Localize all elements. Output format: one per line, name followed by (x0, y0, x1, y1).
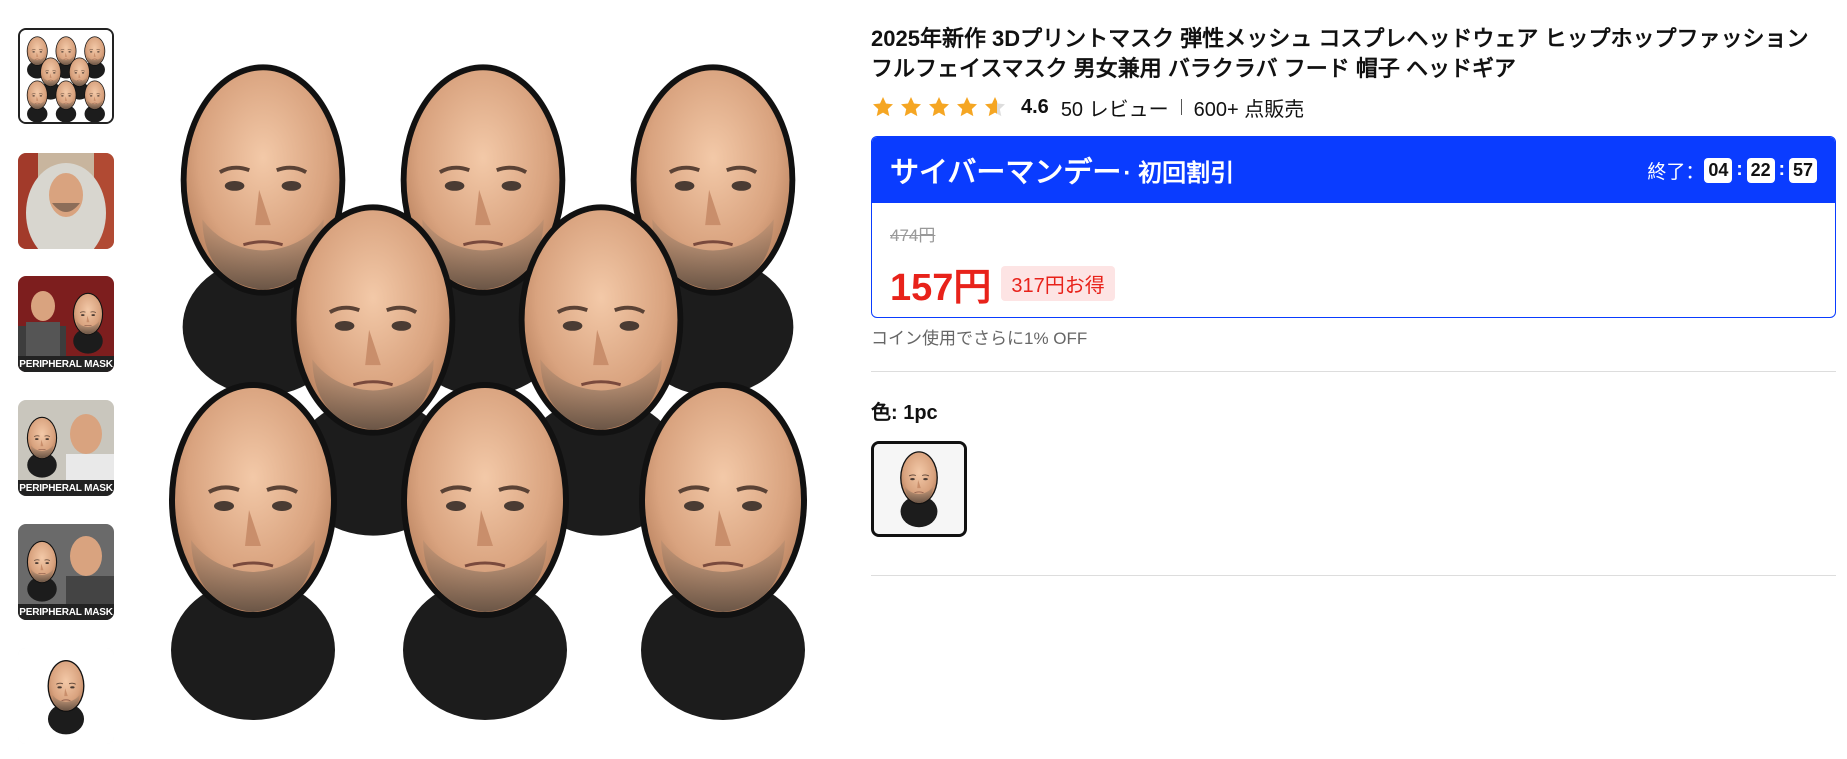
countdown: 終了： 04 : 22 : 57 (1647, 157, 1817, 184)
deal-box: サイバーマンデー · 初回割引 終了： 04 : 22 : 57 474円 15… (871, 136, 1836, 318)
deal-body: 474円 157円 317円お得 (872, 203, 1835, 317)
thumbnail-3[interactable]: PERIPHERAL MASK (18, 276, 114, 372)
thumbnail-6[interactable] (18, 648, 114, 744)
countdown-hours: 04 (1704, 157, 1733, 183)
countdown-label: 終了： (1647, 161, 1705, 183)
deal-name: サイバーマンデー (890, 157, 1122, 189)
countdown-minutes: 22 (1746, 157, 1775, 183)
thumbnail-1[interactable] (18, 28, 114, 124)
star-rating (871, 95, 1007, 119)
thumbnail-5[interactable]: PERIPHERAL MASK (18, 524, 114, 620)
review-count-link[interactable]: 50 レビュー (1061, 93, 1169, 122)
original-price: 474円 (890, 226, 936, 245)
countdown-separator: : (1736, 159, 1743, 180)
main-product-image[interactable] (145, 30, 845, 730)
product-info: 2025年新作 3Dプリントマスク 弾性メッシュ コスプレヘッドウェア ヒップホ… (871, 24, 1836, 576)
variant-label: 色: 1pc (871, 402, 938, 424)
thumbnail-caption: PERIPHERAL MASK (19, 359, 113, 370)
separator (1180, 99, 1182, 115)
countdown-seconds: 57 (1789, 157, 1817, 183)
half-star-icon (985, 97, 1005, 117)
mask-grid-image (145, 30, 845, 730)
mask-comparison-thumbnail (18, 276, 114, 372)
star-icon (957, 97, 977, 117)
thumbnail-caption: PERIPHERAL MASK (19, 607, 113, 618)
sold-count: 600+ 点販売 (1193, 98, 1305, 121)
single-mask-swatch (874, 444, 964, 534)
divider (871, 575, 1836, 576)
divider (871, 371, 1836, 372)
countdown-separator: : (1778, 159, 1785, 180)
deal-header: サイバーマンデー · 初回割引 終了： 04 : 22 : 57 (872, 137, 1835, 203)
star-icon (901, 97, 921, 117)
thumbnail-2[interactable] (18, 153, 114, 249)
rating-row[interactable]: 4.6 50 レビュー 600+ 点販売 (871, 92, 1836, 122)
hooded-person-thumbnail (18, 153, 114, 249)
star-icon (873, 97, 893, 117)
savings-badge: 317円お得 (1001, 266, 1115, 301)
deal-subtitle: · 初回割引 (1123, 159, 1235, 187)
coin-discount-note: コイン使用でさらに1% OFF (871, 329, 1088, 348)
thumbnail-caption: PERIPHERAL MASK (19, 483, 113, 494)
variant-swatch-1pc[interactable] (871, 441, 967, 537)
mask-comparison-thumbnail (18, 400, 114, 496)
thumbnail-4[interactable]: PERIPHERAL MASK (18, 400, 114, 496)
sale-price: 157円 (890, 267, 992, 309)
rating-score: 4.6 (1021, 95, 1049, 118)
product-title: 2025年新作 3Dプリントマスク 弾性メッシュ コスプレヘッドウェア ヒップホ… (871, 26, 1809, 81)
single-mask-thumbnail (18, 648, 114, 744)
mask-comparison-thumbnail (18, 524, 114, 620)
star-icon (929, 97, 949, 117)
price-row: 157円 317円お得 (890, 256, 1817, 311)
grid-of-masks-thumbnail (20, 30, 112, 122)
